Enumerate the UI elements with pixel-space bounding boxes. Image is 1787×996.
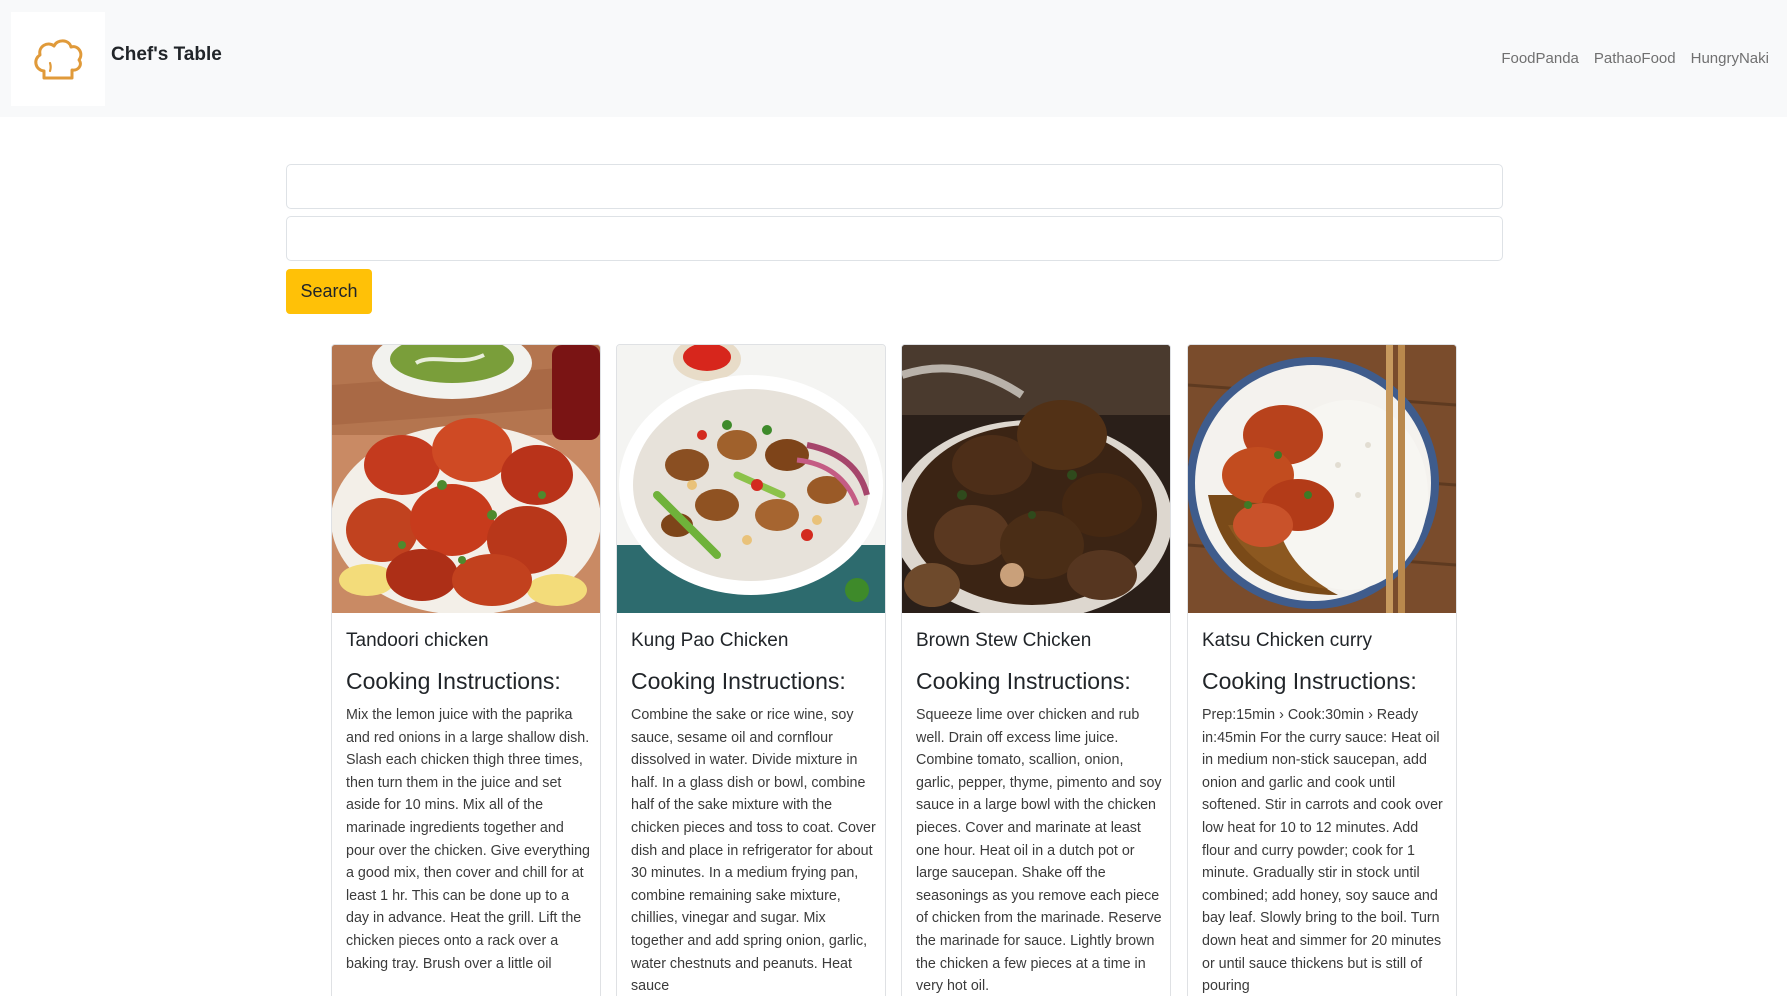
recipe-instructions: Mix the lemon juice with the paprika and… xyxy=(346,707,590,972)
search-input-primary[interactable] xyxy=(286,164,1503,209)
recipe-card: Katsu Chicken curry Cooking Instructions… xyxy=(1187,344,1457,996)
recipe-title: Katsu Chicken curry xyxy=(1202,630,1373,651)
nav-link-pathaofood[interactable]: PathaoFood xyxy=(1594,50,1676,67)
search-input-secondary[interactable] xyxy=(286,216,1503,261)
recipe-title: Tandoori chicken xyxy=(346,630,489,651)
recipe-card: Tandoori chicken Cooking Instructions: M… xyxy=(331,344,601,996)
recipe-card: Kung Pao Chicken Cooking Instructions: C… xyxy=(616,344,886,996)
nav-link-foodpanda[interactable]: FoodPanda xyxy=(1501,50,1579,67)
recipe-title: Brown Stew Chicken xyxy=(916,630,1092,651)
brand-logo[interactable] xyxy=(11,12,105,106)
recipe-subtitle: Cooking Instructions: xyxy=(916,668,1131,694)
katsu-chicken-curry-photo xyxy=(1188,345,1456,613)
nav-link-hungrynaki[interactable]: HungryNaki xyxy=(1691,50,1769,67)
search-button[interactable]: Search xyxy=(286,269,372,314)
recipe-instructions: Prep:15min › Cook:30min › Ready in:45min… xyxy=(1202,707,1443,995)
chef-hat-icon xyxy=(34,39,83,80)
recipe-instructions: Combine the sake or rice wine, soy sauce… xyxy=(631,707,876,995)
recipe-card: Brown Stew Chicken Cooking Instructions:… xyxy=(901,344,1171,996)
tandoori-chicken-photo xyxy=(332,345,600,613)
nav-links: FoodPanda PathaoFood HungryNaki xyxy=(1501,50,1769,67)
brand-name[interactable]: Chef's Table xyxy=(111,44,222,66)
recipe-subtitle: Cooking Instructions: xyxy=(346,668,561,694)
recipe-instructions: Squeeze lime over chicken and rub well. … xyxy=(916,707,1162,995)
recipe-subtitle: Cooking Instructions: xyxy=(1202,668,1417,694)
brown-stew-chicken-photo xyxy=(902,345,1170,613)
recipe-title: Kung Pao Chicken xyxy=(631,630,789,651)
navbar: Chef's Table FoodPanda PathaoFood Hungry… xyxy=(0,0,1787,117)
recipe-subtitle: Cooking Instructions: xyxy=(631,668,846,694)
kung-pao-chicken-photo xyxy=(617,345,885,613)
